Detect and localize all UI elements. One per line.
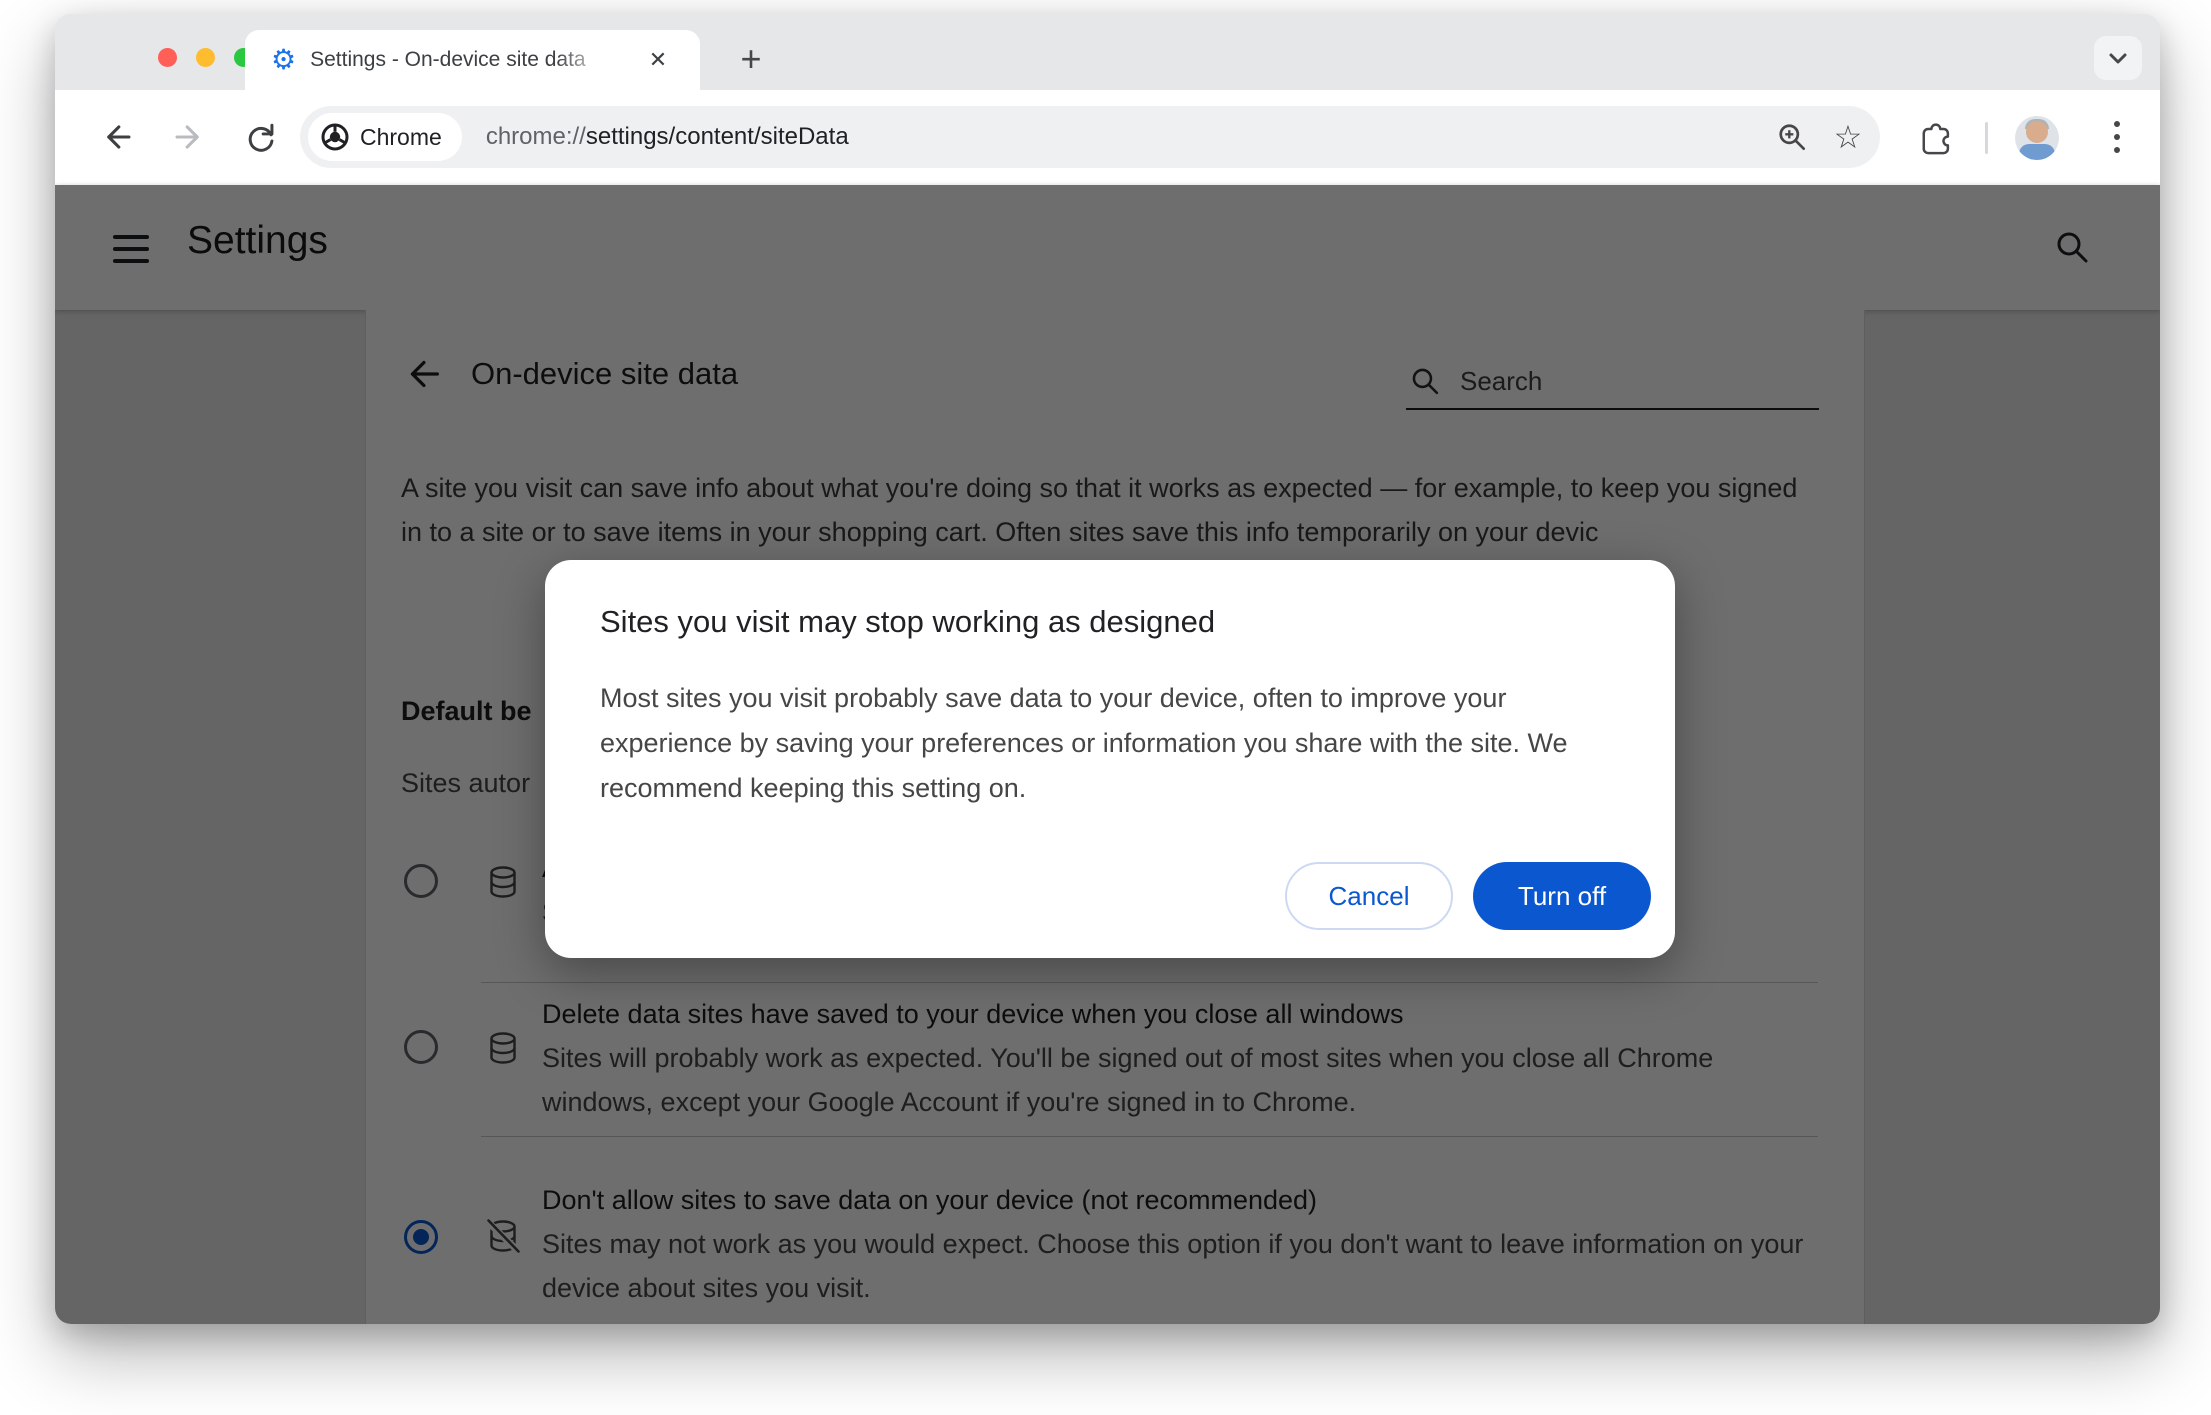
settings-page: Settings On-device site data S (55, 185, 2160, 1324)
avatar-face (2026, 121, 2048, 143)
dialog-title: Sites you visit may stop working as desi… (600, 604, 1216, 639)
url-path: settings/content/siteData (585, 123, 849, 150)
back-arrow-icon (107, 125, 131, 149)
tab-strip: ⚙ Settings - On-device site data ✕ + (55, 14, 2160, 90)
toolbar-separator (1985, 122, 1988, 154)
kebab-dot (2114, 121, 2120, 127)
chrome-logo-icon (321, 123, 349, 151)
extensions-button[interactable] (1910, 113, 1958, 161)
dialog-body-text: Most sites you visit probably save data … (600, 683, 1568, 803)
browser-window: ⚙ Settings - On-device site data ✕ + Chr… (55, 14, 2160, 1324)
url-scheme: chrome:// (485, 123, 586, 150)
reload-button[interactable] (237, 113, 285, 161)
reload-icon (248, 123, 274, 152)
bookmark-star-button[interactable]: ☆ (1824, 113, 1872, 161)
browser-menu-button[interactable] (2093, 113, 2141, 161)
kebab-dot (2114, 134, 2120, 140)
chrome-site-chip[interactable]: Chrome (308, 113, 462, 161)
kebab-dot (2114, 147, 2120, 153)
tab-settings[interactable]: ⚙ Settings - On-device site data ✕ (245, 30, 700, 90)
address-bar[interactable]: Chrome chrome://settings/content/siteDat… (300, 106, 1880, 168)
avatar-shirt (2019, 144, 2055, 160)
macos-close-button[interactable] (158, 48, 177, 67)
url-text: chrome://settings/content/siteData (486, 123, 849, 151)
tab-title: Settings - On-device site data (310, 48, 586, 71)
zoom-page-button[interactable] (1768, 113, 1816, 161)
cancel-button[interactable]: Cancel (1285, 862, 1453, 930)
tab-close-icon[interactable]: ✕ (644, 46, 672, 74)
zoom-in-magnifier-icon (1779, 124, 1806, 151)
macos-minimize-button[interactable] (196, 48, 215, 67)
new-tab-button[interactable]: + (727, 36, 775, 84)
chevron-down-icon (2109, 53, 2127, 64)
forward-arrow-icon (175, 125, 199, 149)
browser-toolbar: Chrome chrome://settings/content/siteDat… (55, 90, 2160, 185)
chip-label: Chrome (360, 123, 442, 150)
puzzle-piece-icon (1922, 123, 1950, 155)
dialog-actions: Cancel Turn off (1285, 862, 1651, 930)
forward-button[interactable] (165, 113, 213, 161)
settings-gear-favicon-icon: ⚙ (271, 44, 297, 75)
turn-off-button[interactable]: Turn off (1473, 862, 1651, 930)
confirmation-dialog: Sites you visit may stop working as desi… (545, 560, 1675, 958)
back-button[interactable] (93, 113, 141, 161)
profile-avatar[interactable] (2015, 116, 2059, 160)
tab-search-chevron-button[interactable] (2094, 36, 2142, 80)
star-icon: ☆ (1833, 119, 1863, 155)
